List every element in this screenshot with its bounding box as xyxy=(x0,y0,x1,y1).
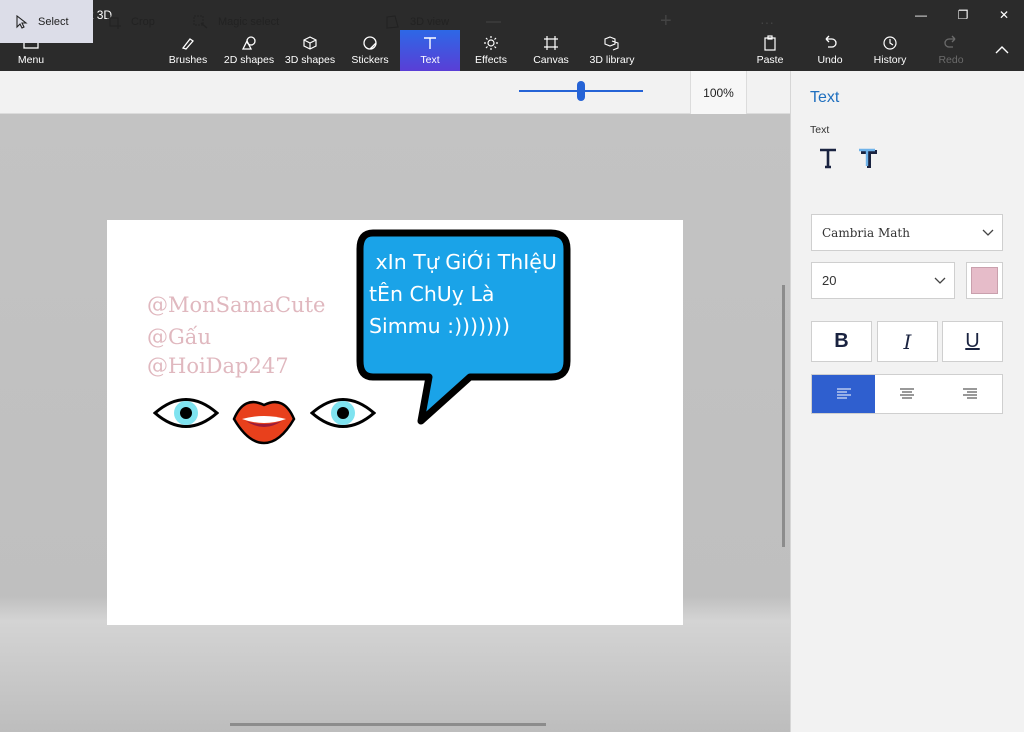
history-label: History xyxy=(873,54,907,66)
italic-label: I xyxy=(903,329,912,354)
tab-label: Stickers xyxy=(351,54,389,66)
align-left-button[interactable] xyxy=(812,375,876,413)
magic-select-label: Magic select xyxy=(218,15,280,28)
3d-view-icon xyxy=(386,14,400,29)
lips-sticker[interactable] xyxy=(232,393,296,445)
font-size-value: 20 xyxy=(822,273,837,288)
tab-3d-shapes[interactable]: 3D shapes xyxy=(283,30,337,71)
horizontal-scrollbar[interactable] xyxy=(230,723,546,726)
crop-label: Crop xyxy=(131,15,155,28)
cursor-icon xyxy=(16,14,28,29)
undo-label: Undo xyxy=(817,54,843,66)
3d-view-label: 3D view xyxy=(410,15,450,28)
2d-text-icon xyxy=(820,148,836,169)
watermark-text-3: @HoiDap247 xyxy=(147,354,289,378)
crop-icon xyxy=(107,14,121,29)
3d-text-button[interactable] xyxy=(857,147,879,174)
watermark-text-2: @Gấu xyxy=(147,325,212,349)
zoom-out-button[interactable]: — xyxy=(486,0,501,43)
tab-label: Brushes xyxy=(168,54,208,66)
canvas-icon xyxy=(543,34,559,52)
3d-text-icon xyxy=(859,148,877,168)
vertical-scrollbar[interactable] xyxy=(782,285,785,547)
minimize-button[interactable]: — xyxy=(898,0,944,30)
underline-button[interactable]: U xyxy=(942,321,1003,362)
tab-canvas[interactable]: Canvas xyxy=(528,30,574,71)
redo-icon xyxy=(943,34,959,52)
magic-select-tool[interactable]: Magic select xyxy=(193,0,279,43)
chevron-down-icon xyxy=(934,277,946,284)
bubble-line-3: Simmu :))))))) xyxy=(369,314,511,338)
font-family-value: Cambria Math xyxy=(822,225,910,240)
paste-label: Paste xyxy=(756,54,784,66)
chevron-down-icon xyxy=(982,229,994,236)
italic-button[interactable]: I xyxy=(877,321,938,362)
left-eye-sticker[interactable] xyxy=(153,390,219,436)
bold-label: B xyxy=(834,330,849,352)
chevron-up-icon xyxy=(995,41,1009,59)
align-center-icon xyxy=(899,388,914,399)
3d-library-icon xyxy=(604,34,620,52)
watermark-text-1: @MonSamaCute xyxy=(147,293,326,317)
3d-view-toggle[interactable]: 3D view xyxy=(386,0,449,43)
text-side-panel: Text Text Cambria Math 20 B I U xyxy=(790,71,1024,732)
alignment-group xyxy=(811,374,1003,414)
magic-select-icon xyxy=(193,14,208,29)
undo-button[interactable]: Undo xyxy=(812,30,848,71)
text-color-button[interactable] xyxy=(966,262,1003,299)
zoom-in-button[interactable]: + xyxy=(660,0,672,43)
tab-3d-library[interactable]: 3D library xyxy=(584,30,640,71)
align-left-icon xyxy=(836,388,851,399)
3d-shapes-icon xyxy=(302,34,318,52)
panel-subtitle: Text xyxy=(810,124,830,136)
collapse-ribbon-button[interactable] xyxy=(988,30,1016,71)
redo-label: Redo xyxy=(938,54,964,66)
bubble-line-1: xIn Tự GiỚi ThIệU xyxy=(369,250,557,274)
tab-label: Canvas xyxy=(533,54,569,66)
redo-button[interactable]: Redo xyxy=(934,30,968,71)
select-tool[interactable]: Select xyxy=(0,0,93,43)
history-icon xyxy=(882,34,898,52)
tab-label: 3D library xyxy=(589,54,635,66)
tab-label: 3D shapes xyxy=(284,54,336,66)
more-options-button[interactable]: ··· xyxy=(760,0,774,43)
history-button[interactable]: History xyxy=(870,30,910,71)
bubble-line-2: tÊn ChUỵ Là xyxy=(369,282,495,306)
menu-label: Menu xyxy=(17,54,45,66)
2d-text-button[interactable] xyxy=(818,147,838,174)
align-right-icon xyxy=(963,388,978,399)
zoom-value[interactable]: 100% xyxy=(690,71,747,114)
close-button[interactable]: ✕ xyxy=(981,0,1024,30)
bold-button[interactable]: B xyxy=(811,321,872,362)
align-right-button[interactable] xyxy=(939,375,1002,413)
zoom-slider-thumb[interactable] xyxy=(577,81,585,101)
tab-label: 2D shapes xyxy=(223,54,275,66)
restore-button[interactable]: ❐ xyxy=(940,0,986,30)
undo-icon xyxy=(822,34,838,52)
color-swatch xyxy=(971,267,998,294)
font-family-dropdown[interactable]: Cambria Math xyxy=(811,214,1003,251)
tool-bar xyxy=(0,71,790,114)
stickers-icon xyxy=(362,34,378,52)
align-center-button[interactable] xyxy=(875,375,938,413)
tab-label: Text xyxy=(420,54,440,66)
panel-title: Text xyxy=(810,89,840,106)
underline-label: U xyxy=(965,330,980,352)
speech-bubble-text[interactable]: xIn Tự GiỚi ThIệU tÊn ChUỵ Là Simmu :)))… xyxy=(369,246,564,342)
crop-tool[interactable]: Crop xyxy=(107,0,155,43)
select-label: Select xyxy=(38,15,69,28)
tab-label: Effects xyxy=(475,54,507,66)
font-size-dropdown[interactable]: 20 xyxy=(811,262,955,299)
